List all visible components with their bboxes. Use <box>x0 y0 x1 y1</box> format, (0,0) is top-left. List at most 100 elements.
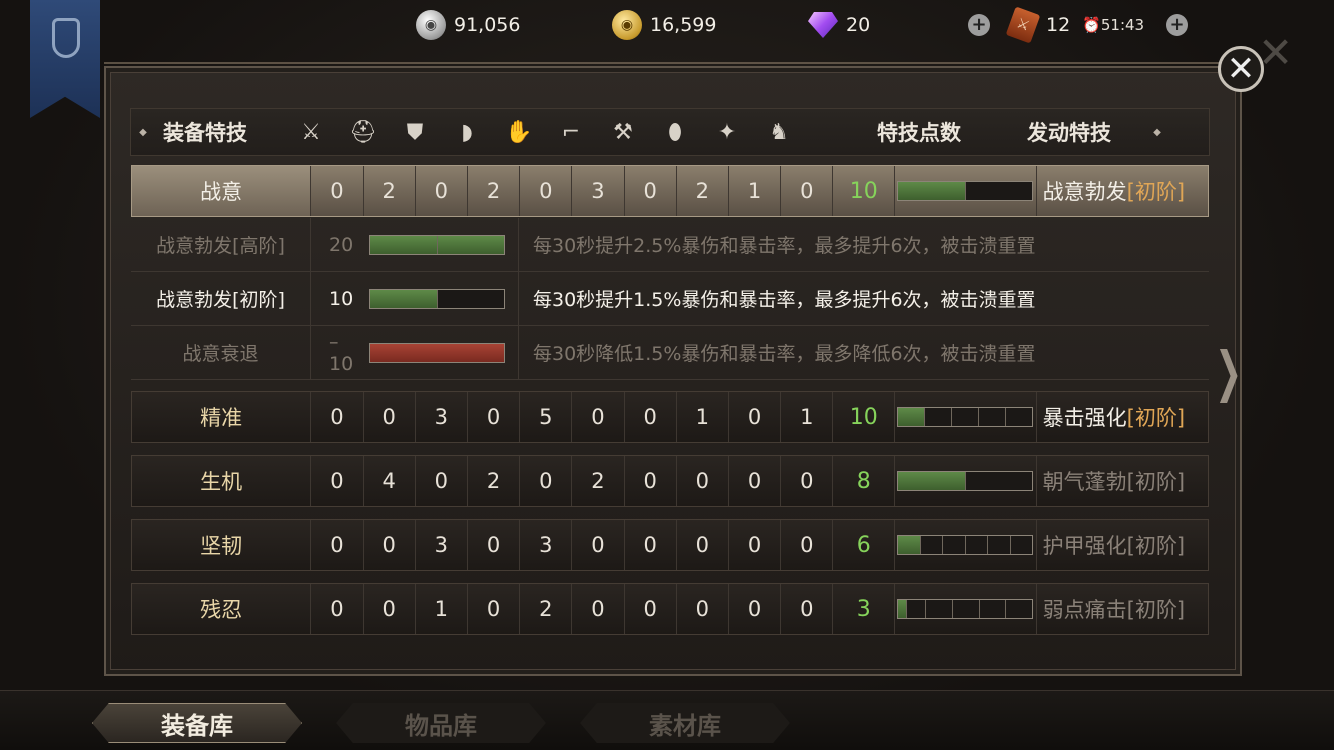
skill-progress <box>895 392 1037 442</box>
slot-value: 0 <box>677 584 729 634</box>
slot-value: 1 <box>729 166 782 216</box>
skill-name: 战意 <box>132 166 312 216</box>
tier-description: 每30秒提升2.5%暴伤和暴击率，最多提升6次，被击溃重置 <box>533 235 1036 257</box>
skill-row-shengji[interactable]: 生机 0 4 0 2 0 2 0 0 0 0 8 朝气蓬勃 [初阶] <box>131 455 1209 507</box>
add-ticket-button[interactable]: + <box>1166 8 1188 42</box>
tier-value: 20 <box>329 233 354 256</box>
active-skill-name: 暴击强化 <box>1042 406 1127 430</box>
tier-value: 10 <box>329 287 354 310</box>
add-gem-button[interactable]: + <box>968 8 990 42</box>
active-skill-tier: [初阶] <box>1126 598 1186 622</box>
silver-resource: ◉ 91,056 <box>416 8 520 42</box>
active-skill-name: 朝气蓬勃 <box>1042 470 1127 494</box>
active-skill-name: 护甲强化 <box>1042 534 1127 558</box>
slot-value: 0 <box>468 520 521 570</box>
skill-row-jianren[interactable]: 坚韧 0 0 3 0 3 0 0 0 0 0 6 护甲强化 [初阶] <box>131 519 1209 571</box>
weapon-mace-icon: ⚒ <box>613 119 633 145</box>
active-skill: 暴击强化 [初阶] <box>1037 392 1208 442</box>
tier-progress <box>369 342 505 363</box>
slot-value: 0 <box>625 392 677 442</box>
ticket-resource: ⚔ 12 ⏰51:43 <box>1005 6 1145 44</box>
resource-bar: ◉ 91,056 ◉ 16,599 20 + ⚔ 12 ⏰51:43 + <box>0 0 1334 50</box>
slot-value: 0 <box>729 456 782 506</box>
slot-value: 0 <box>311 520 364 570</box>
tab-items[interactable]: 物品库 <box>336 703 546 743</box>
gold-resource: ◉ 16,599 <box>612 8 716 42</box>
slot-value: 0 <box>781 584 834 634</box>
tier-name: 战意勃发[高阶] <box>131 218 311 271</box>
skill-progress <box>895 520 1037 570</box>
skill-name: 坚韧 <box>132 520 312 570</box>
sort-icon[interactable]: ◆ <box>1145 127 1169 138</box>
sort-icon[interactable]: ◆ <box>131 127 155 138</box>
header-active: 发动特技 <box>1027 121 1111 145</box>
ticket-amount: 12 <box>1046 14 1071 36</box>
skill-row-canren[interactable]: 残忍 0 0 1 0 2 0 0 0 0 0 3 弱点痛击 [初阶] <box>131 583 1209 635</box>
header-skill: 装备特技 <box>163 121 247 145</box>
tab-equipment[interactable]: 装备库 <box>92 703 302 743</box>
tier-name: 战意衰退 <box>131 326 311 379</box>
skill-progress <box>895 166 1037 216</box>
gold-coin-icon: ◉ <box>612 10 642 40</box>
active-skill-name: 战意勃发 <box>1042 180 1127 204</box>
gem-amount: 20 <box>846 14 871 36</box>
skill-row-zhanyi[interactable]: 战意 0 2 0 2 0 3 0 2 1 0 10 战意勃发 [初阶] <box>131 165 1209 217</box>
slot-value: 3 <box>416 392 468 442</box>
panel-ornament <box>104 62 1242 74</box>
diamond-icon <box>808 12 838 38</box>
slot-value: 1 <box>416 584 468 634</box>
slot-value: 2 <box>364 166 416 216</box>
skill-points: 8 <box>833 456 896 506</box>
helmet-icon: ⛑ <box>349 119 377 145</box>
silver-amount: 91,056 <box>454 14 521 36</box>
silver-coin-icon: ◉ <box>416 10 446 40</box>
slot-value: 0 <box>364 520 416 570</box>
slot-value: 2 <box>572 456 625 506</box>
slot-value: 3 <box>572 166 625 216</box>
ticket-icon: ⚔ <box>1005 6 1041 44</box>
slot-value: 0 <box>729 392 782 442</box>
gold-amount: 16,599 <box>650 14 717 36</box>
skill-row-jingzhun[interactable]: 精准 0 0 3 0 5 0 0 1 0 1 10 暴击强化 [初阶] <box>131 391 1209 443</box>
skill-name: 残忍 <box>132 584 312 634</box>
next-page-arrow[interactable]: ❯ <box>1215 340 1242 403</box>
slot-value: 0 <box>311 456 364 506</box>
chest-armor-icon: ⛊ <box>406 119 424 145</box>
skill-progress <box>895 584 1037 634</box>
active-skill-tier: [初阶] <box>1126 470 1186 494</box>
slot-value: 0 <box>572 584 625 634</box>
slot-value: 0 <box>311 166 364 216</box>
plus-icon: + <box>968 14 990 36</box>
slot-value: 0 <box>364 392 416 442</box>
skill-progress <box>895 456 1037 506</box>
table-header: ◆ 装备特技 ⚔ ⛑ ⛊ ◗ ✋ ⌐ ⚒ ⬮ ✦ ♞ 特技点数 发动特技 ◆ <box>130 108 1210 156</box>
slot-value: 0 <box>677 456 729 506</box>
sub-tier-basic: 战意勃发[初阶] 10 每30秒提升1.5%暴伤和暴击率，最多提升6次，被击溃重… <box>131 272 1209 326</box>
slot-value: 0 <box>364 584 416 634</box>
skill-points: 10 <box>833 166 896 216</box>
slot-icons: ⚔ ⛑ ⛊ ◗ ✋ ⌐ ⚒ ⬮ ✦ ♞ <box>285 120 805 145</box>
bottom-tab-bar: 装备库 物品库 素材库 <box>0 690 1334 750</box>
sub-tier-decline: 战意衰退 –10 每30秒降低1.5%暴伤和暴击率，最多降低6次，被击溃重置 <box>131 326 1209 380</box>
tab-materials[interactable]: 素材库 <box>580 703 790 743</box>
active-skill: 战意勃发 [初阶] <box>1037 166 1208 216</box>
refill-timer: ⏰51:43 <box>1082 16 1145 34</box>
tier-description: 每30秒降低1.5%暴伤和暴击率，最多降低6次，被击溃重置 <box>533 343 1036 365</box>
skill-points: 3 <box>833 584 896 634</box>
active-skill-name: 弱点痛击 <box>1042 598 1127 622</box>
slot-value: 1 <box>677 392 729 442</box>
plus-icon: + <box>1166 14 1188 36</box>
slot-value: 0 <box>729 584 782 634</box>
slot-value: 1 <box>781 392 834 442</box>
slot-value: 0 <box>311 584 364 634</box>
wolf-crest-icon: ✦ <box>717 119 737 145</box>
slot-value: 0 <box>625 584 677 634</box>
skill-points: 6 <box>833 520 896 570</box>
horse-icon: ♞ <box>769 119 789 145</box>
slot-value: 0 <box>625 520 677 570</box>
tier-description: 每30秒提升1.5%暴伤和暴击率，最多提升6次，被击溃重置 <box>533 289 1036 311</box>
slot-value: 0 <box>311 392 364 442</box>
slot-value: 0 <box>625 456 677 506</box>
shield-icon: ⬮ <box>668 119 682 145</box>
close-button[interactable]: ✕ <box>1218 46 1264 92</box>
